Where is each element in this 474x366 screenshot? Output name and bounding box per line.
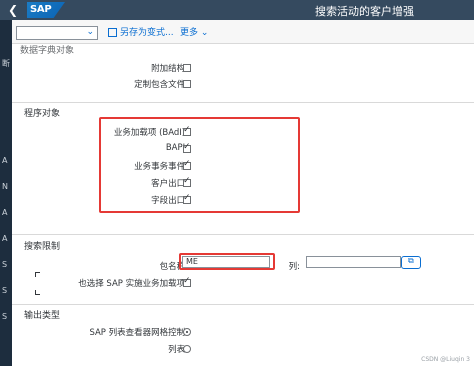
package-input[interactable]: ME — [182, 256, 270, 268]
append-structure-label: 附加结构: — [151, 64, 188, 74]
section-divider — [12, 234, 474, 235]
strip-letter: S — [2, 286, 8, 295]
sap-logo[interactable]: SAP — [27, 2, 65, 18]
corner-mark — [35, 272, 40, 277]
field-exits-checkbox[interactable] — [183, 193, 191, 204]
alv-grid-radio[interactable] — [183, 328, 191, 336]
shell-bar: ❮ SAP 搜索活动的客户增强 — [0, 0, 474, 20]
list-radio[interactable] — [183, 345, 191, 353]
value-help-icon: ⧉ — [408, 256, 414, 265]
business-transaction-events-checkbox[interactable] — [183, 159, 191, 170]
customer-exits-checkbox[interactable] — [183, 176, 191, 187]
section-divider — [12, 304, 474, 305]
bapi-label: BAPI: — [165, 143, 188, 153]
column-input[interactable] — [306, 256, 401, 268]
corner-mark — [35, 290, 40, 295]
variant-select[interactable]: ⌄ — [16, 26, 98, 40]
badi-checkbox[interactable] — [183, 125, 191, 136]
alv-grid-label: SAP 列表查看器网格控制: — [89, 328, 188, 338]
section-title-program-objects: 程序对象 — [24, 109, 61, 119]
selection-screen: 数据字典对象 附加结构: 定制包含文件: 程序对象 业务加载项 (BAdI): … — [12, 44, 474, 366]
column-label: 列: — [288, 262, 300, 272]
chevron-down-icon: ⌄ — [200, 28, 209, 38]
toolbar: ⌄ 另存为变式... 更多 ⌄ — [12, 20, 474, 44]
strip-letter: S — [2, 260, 8, 269]
sap-badi-checkbox[interactable] — [183, 276, 191, 287]
section-divider — [12, 102, 474, 103]
value-help-button[interactable]: ⧉ — [401, 256, 421, 269]
save-icon — [108, 28, 117, 37]
chevron-left-icon[interactable]: ❮ — [8, 3, 22, 17]
business-transaction-events-label: 业务事务事件: — [134, 162, 188, 172]
sap-badi-label: 也选择 SAP 实施业务加载项: — [78, 279, 188, 289]
more-button[interactable]: 更多 ⌄ — [180, 26, 208, 40]
customizing-include-checkbox[interactable] — [183, 80, 191, 88]
logo-text: SAP — [30, 4, 52, 15]
chevron-down-icon: ⌄ — [86, 27, 94, 37]
bapi-checkbox[interactable] — [183, 142, 191, 153]
page-title: 搜索活动的客户增强 — [315, 5, 414, 18]
list-label: 列表: — [168, 345, 188, 355]
strip-letter: S — [2, 312, 8, 321]
watermark: CSDN @Liuqin 3 — [421, 356, 470, 363]
append-structure-checkbox[interactable] — [183, 64, 191, 72]
section-title-output-type: 输出类型 — [24, 311, 61, 321]
strip-letter: A — [2, 208, 8, 217]
customizing-include-label: 定制包含文件: — [134, 80, 188, 90]
strip-letter: A — [2, 156, 8, 165]
section-title-search-restrictions: 搜索限制 — [24, 242, 61, 252]
section-title-dictionary-objects: 数据字典对象 — [20, 46, 75, 56]
strip-letter: A — [2, 234, 8, 243]
package-label: 包名称: — [159, 262, 188, 272]
field-exits-label: 字段出口: — [151, 196, 188, 206]
save-as-variant-button[interactable]: 另存为变式... — [120, 26, 174, 40]
badi-label: 业务加载项 (BAdI): — [113, 128, 188, 138]
strip-letter: 断 — [2, 59, 10, 68]
strip-letter: N — [2, 182, 8, 191]
background-window-strip: 断 A N A A S S S — [0, 20, 12, 366]
more-label: 更多 — [180, 28, 199, 38]
customer-exits-label: 客户出口: — [151, 179, 188, 189]
